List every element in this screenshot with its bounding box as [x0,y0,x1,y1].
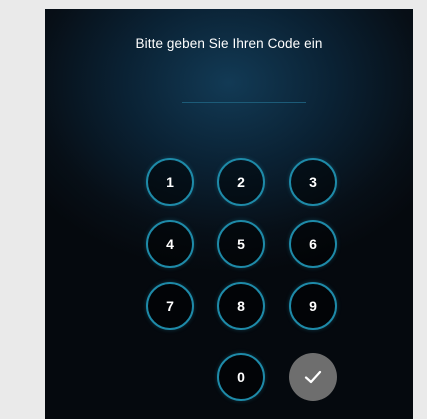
confirm-button[interactable] [289,353,337,401]
key-8-button[interactable]: 8 [217,282,265,330]
key-2-button[interactable]: 2 [217,158,265,206]
key-0-button[interactable]: 0 [217,353,265,401]
key-7-button[interactable]: 7 [146,282,194,330]
pin-entry-screen: Bitte geben Sie Ihren Code ein 1 2 3 4 5… [45,9,413,419]
key-5-button[interactable]: 5 [217,220,265,268]
key-6-button[interactable]: 6 [289,220,337,268]
key-3-button[interactable]: 3 [289,158,337,206]
checkmark-icon [304,370,322,384]
key-1-button[interactable]: 1 [146,158,194,206]
key-9-button[interactable]: 9 [289,282,337,330]
key-4-button[interactable]: 4 [146,220,194,268]
numeric-keypad: 1 2 3 4 5 6 7 8 9 0 [45,9,413,419]
